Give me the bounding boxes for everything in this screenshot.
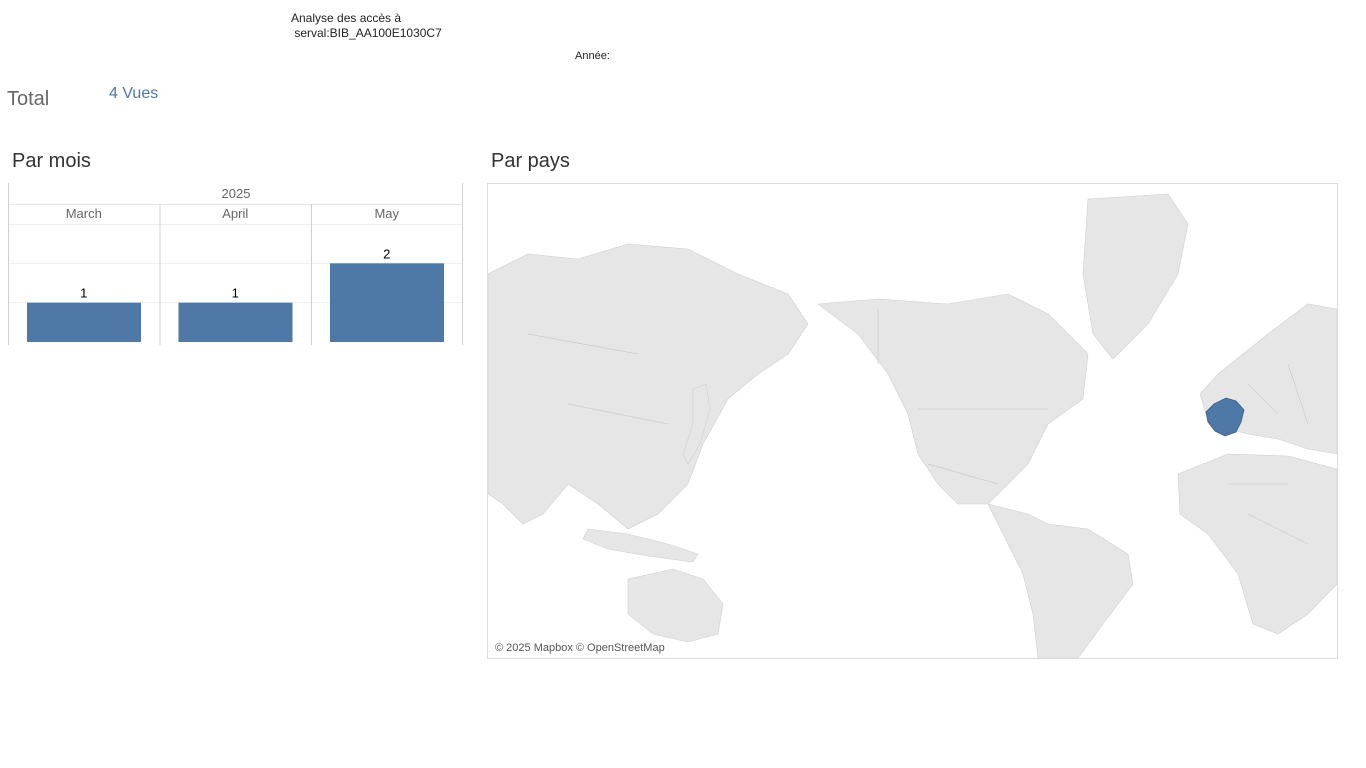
map-attribution[interactable]: © 2025 Mapbox © OpenStreetMap [495,642,665,654]
total-label: Total [7,88,50,110]
by-month-title: Par mois [12,150,91,172]
bar-value-label: 2 [383,246,390,261]
bar-value-label: 1 [232,286,239,301]
africa-land [1177,453,1337,635]
month-label: May [374,206,399,221]
bar [178,302,293,342]
page-title: Analyse des accès à serval:BIB_AA100E103… [291,11,442,40]
bar [330,263,444,342]
year-filter-label[interactable]: Année: [575,50,610,62]
map-canvas[interactable] [488,184,1337,658]
australia-land [627,568,724,643]
north-america-land [817,293,1089,505]
country-map[interactable]: © 2025 Mapbox © OpenStreetMap [487,183,1338,659]
month-label: March [66,206,102,221]
indonesia-land [582,528,699,563]
total-views-value: 4 Vues [109,85,159,102]
by-country-title: Par pays [491,150,570,172]
bar [27,302,141,342]
greenland-land [1082,193,1189,360]
year-group-label: 2025 [222,186,251,201]
south-america-land [987,503,1134,658]
bar-value-label: 1 [80,286,87,301]
monthly-bar-chart: 2025 March 1 April 1 May 2 [8,183,463,345]
asia-landmass [488,243,809,530]
month-label: April [222,206,248,221]
